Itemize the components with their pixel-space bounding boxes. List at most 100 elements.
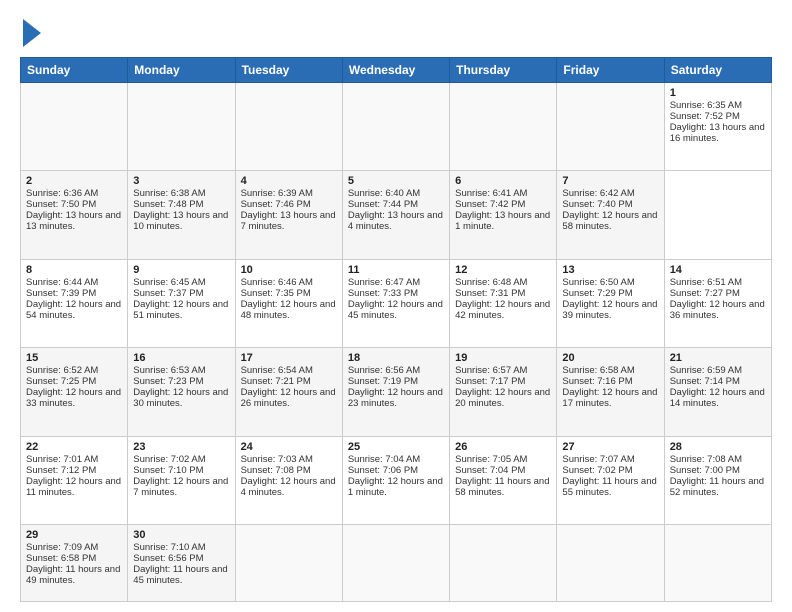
day-number: 23 (133, 441, 229, 453)
day-number: 15 (26, 352, 122, 364)
sunset: Sunset: 7:29 PM (562, 288, 632, 299)
daylight: Daylight: 12 hours and 54 minutes. (26, 299, 121, 321)
calendar-cell: 30Sunrise: 7:10 AMSunset: 6:56 PMDayligh… (128, 524, 235, 601)
sunrise: Sunrise: 6:38 AM (133, 188, 205, 199)
sunrise: Sunrise: 6:35 AM (670, 100, 742, 111)
calendar-day-header: Saturday (664, 58, 771, 83)
calendar-cell-empty (557, 83, 664, 171)
day-number: 10 (241, 264, 337, 276)
calendar-cell-empty (128, 83, 235, 171)
calendar-cell: 21Sunrise: 6:59 AMSunset: 7:14 PMDayligh… (664, 348, 771, 436)
sunset: Sunset: 7:25 PM (26, 376, 96, 387)
sunset: Sunset: 7:33 PM (348, 288, 418, 299)
calendar-cell: 4Sunrise: 6:39 AMSunset: 7:46 PMDaylight… (235, 171, 342, 259)
calendar-cell-empty (21, 83, 128, 171)
day-number: 2 (26, 175, 122, 187)
sunset: Sunset: 7:46 PM (241, 199, 311, 210)
day-number: 29 (26, 529, 122, 541)
calendar-cell: 25Sunrise: 7:04 AMSunset: 7:06 PMDayligh… (342, 436, 449, 524)
day-number: 19 (455, 352, 551, 364)
daylight: Daylight: 12 hours and 17 minutes. (562, 387, 657, 409)
sunrise: Sunrise: 6:46 AM (241, 277, 313, 288)
sunrise: Sunrise: 6:36 AM (26, 188, 98, 199)
calendar-cell: 3Sunrise: 6:38 AMSunset: 7:48 PMDaylight… (128, 171, 235, 259)
calendar-cell-empty (557, 524, 664, 601)
sunset: Sunset: 7:00 PM (670, 465, 740, 476)
sunrise: Sunrise: 6:59 AM (670, 365, 742, 376)
day-number: 25 (348, 441, 444, 453)
day-number: 26 (455, 441, 551, 453)
sunrise: Sunrise: 6:39 AM (241, 188, 313, 199)
daylight: Daylight: 12 hours and 45 minutes. (348, 299, 443, 321)
daylight: Daylight: 12 hours and 30 minutes. (133, 387, 228, 409)
sunset: Sunset: 7:08 PM (241, 465, 311, 476)
sunset: Sunset: 7:14 PM (670, 376, 740, 387)
day-number: 22 (26, 441, 122, 453)
sunrise: Sunrise: 6:54 AM (241, 365, 313, 376)
daylight: Daylight: 12 hours and 51 minutes. (133, 299, 228, 321)
sunset: Sunset: 7:16 PM (562, 376, 632, 387)
calendar-cell: 20Sunrise: 6:58 AMSunset: 7:16 PMDayligh… (557, 348, 664, 436)
calendar-cell: 5Sunrise: 6:40 AMSunset: 7:44 PMDaylight… (342, 171, 449, 259)
calendar-cell: 9Sunrise: 6:45 AMSunset: 7:37 PMDaylight… (128, 259, 235, 347)
sunset: Sunset: 7:50 PM (26, 199, 96, 210)
daylight: Daylight: 12 hours and 14 minutes. (670, 387, 765, 409)
sunset: Sunset: 7:23 PM (133, 376, 203, 387)
calendar-cell: 29Sunrise: 7:09 AMSunset: 6:58 PMDayligh… (21, 524, 128, 601)
sunrise: Sunrise: 7:10 AM (133, 542, 205, 553)
day-number: 20 (562, 352, 658, 364)
sunset: Sunset: 6:58 PM (26, 553, 96, 564)
daylight: Daylight: 13 hours and 16 minutes. (670, 122, 765, 144)
daylight: Daylight: 11 hours and 49 minutes. (26, 564, 120, 586)
sunrise: Sunrise: 6:52 AM (26, 365, 98, 376)
sunset: Sunset: 7:02 PM (562, 465, 632, 476)
sunset: Sunset: 7:19 PM (348, 376, 418, 387)
day-number: 7 (562, 175, 658, 187)
day-number: 16 (133, 352, 229, 364)
sunrise: Sunrise: 6:47 AM (348, 277, 420, 288)
sunset: Sunset: 7:04 PM (455, 465, 525, 476)
calendar-week-row: 8Sunrise: 6:44 AMSunset: 7:39 PMDaylight… (21, 259, 772, 347)
calendar-cell: 16Sunrise: 6:53 AMSunset: 7:23 PMDayligh… (128, 348, 235, 436)
day-number: 5 (348, 175, 444, 187)
day-number: 30 (133, 529, 229, 541)
daylight: Daylight: 11 hours and 52 minutes. (670, 476, 764, 498)
calendar-day-header: Monday (128, 58, 235, 83)
calendar-week-row: 2Sunrise: 6:36 AMSunset: 7:50 PM Daylight… (21, 171, 772, 259)
daylight: Daylight: 11 hours and 58 minutes. (455, 476, 549, 498)
calendar-cell-empty (235, 83, 342, 171)
calendar-cell: 17Sunrise: 6:54 AMSunset: 7:21 PMDayligh… (235, 348, 342, 436)
calendar-cell: 12Sunrise: 6:48 AMSunset: 7:31 PMDayligh… (450, 259, 557, 347)
daylight: Daylight: 11 hours and 55 minutes. (562, 476, 656, 498)
sunset: Sunset: 7:42 PM (455, 199, 525, 210)
daylight: Daylight: 12 hours and 11 minutes. (26, 476, 121, 498)
calendar-day-header: Tuesday (235, 58, 342, 83)
calendar-week-row: 1Sunrise: 6:35 AMSunset: 7:52 PMDaylight… (21, 83, 772, 171)
sunset: Sunset: 7:06 PM (348, 465, 418, 476)
calendar-cell: 27Sunrise: 7:07 AMSunset: 7:02 PMDayligh… (557, 436, 664, 524)
sunrise: Sunrise: 7:05 AM (455, 454, 527, 465)
day-number: 18 (348, 352, 444, 364)
calendar-cell: 11Sunrise: 6:47 AMSunset: 7:33 PMDayligh… (342, 259, 449, 347)
sunset: Sunset: 7:52 PM (670, 111, 740, 122)
day-number: 24 (241, 441, 337, 453)
logo-arrow-icon (23, 19, 41, 47)
sunset: Sunset: 7:48 PM (133, 199, 203, 210)
day-number: 21 (670, 352, 766, 364)
calendar-cell: 18Sunrise: 6:56 AMSunset: 7:19 PMDayligh… (342, 348, 449, 436)
calendar-cell: 24Sunrise: 7:03 AMSunset: 7:08 PMDayligh… (235, 436, 342, 524)
daylight: Daylight: 13 hours and 10 minutes. (133, 210, 228, 232)
sunrise: Sunrise: 6:40 AM (348, 188, 420, 199)
day-number: 1 (670, 87, 766, 99)
sunset: Sunset: 7:39 PM (26, 288, 96, 299)
calendar-day-header: Wednesday (342, 58, 449, 83)
sunset: Sunset: 7:27 PM (670, 288, 740, 299)
calendar-cell: 23Sunrise: 7:02 AMSunset: 7:10 PMDayligh… (128, 436, 235, 524)
daylight: Daylight: 12 hours and 36 minutes. (670, 299, 765, 321)
calendar-cell: 15Sunrise: 6:52 AMSunset: 7:25 PMDayligh… (21, 348, 128, 436)
sunset: Sunset: 7:37 PM (133, 288, 203, 299)
sunset: Sunset: 7:17 PM (455, 376, 525, 387)
calendar-cell: 7Sunrise: 6:42 AMSunset: 7:40 PMDaylight… (557, 171, 664, 259)
sunrise: Sunrise: 7:09 AM (26, 542, 98, 553)
sunrise: Sunrise: 6:57 AM (455, 365, 527, 376)
